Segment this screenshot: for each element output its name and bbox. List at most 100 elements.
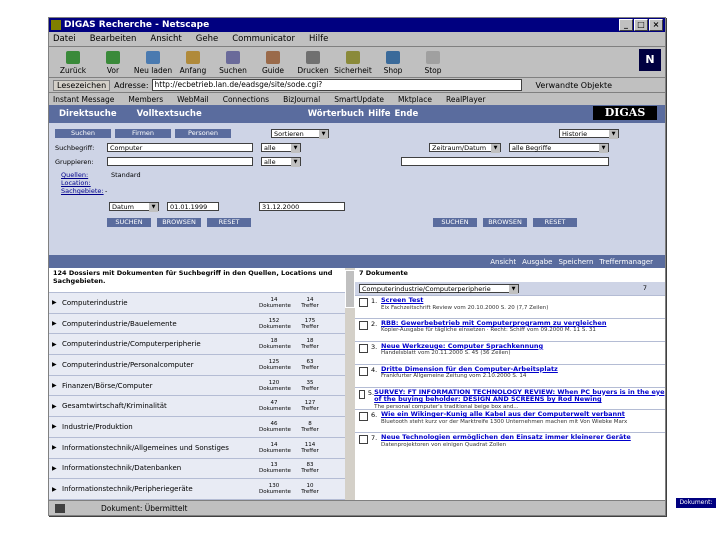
- pt-members[interactable]: Members: [128, 95, 163, 104]
- dossier-row[interactable]: ▶ Informationstechnik/Allgemeines und Son…: [49, 436, 345, 458]
- action-ausgabe[interactable]: Ausgabe: [522, 258, 552, 266]
- doc-count[interactable]: 46 Dokumente: [259, 421, 291, 433]
- action-treffermanager[interactable]: Treffermanager: [599, 258, 653, 266]
- dossier-row[interactable]: ▶ Computerindustrie/Personalcomputer 125 Do…: [49, 354, 345, 375]
- pt-webmail[interactable]: WebMail: [177, 95, 209, 104]
- menu-datei[interactable]: Datei: [53, 34, 76, 44]
- menu-gehe[interactable]: Gehe: [196, 34, 218, 44]
- tab-suchen[interactable]: Suchen: [55, 129, 111, 138]
- doc-count[interactable]: 13 Dokumente: [259, 462, 291, 474]
- hit-count[interactable]: 35 Treffer: [295, 380, 325, 392]
- hit-count[interactable]: 63 Treffer: [295, 359, 325, 371]
- print-button[interactable]: Drucken: [293, 51, 333, 77]
- maximize-button[interactable]: □: [634, 19, 648, 31]
- browse-button-left[interactable]: BROWSEN: [157, 218, 201, 227]
- sort-select[interactable]: Sortieren: [271, 129, 329, 139]
- close-button[interactable]: ×: [649, 19, 663, 31]
- hit-count[interactable]: 14 Treffer: [295, 297, 325, 309]
- dossier-name[interactable]: Informationstechnik/Datenbanken: [62, 464, 252, 472]
- pt-connections[interactable]: Connections: [223, 95, 269, 104]
- menu-hilfe[interactable]: Hilfe: [309, 34, 328, 44]
- reset-button-left[interactable]: RESET: [207, 218, 251, 227]
- menu-bearbeiten[interactable]: Bearbeiten: [90, 34, 137, 44]
- dossier-row[interactable]: ▶ Computerindustrie 14 Dokumente 14 Treffer: [49, 292, 345, 313]
- locations-link[interactable]: Location:: [61, 179, 91, 187]
- pt-bizjournal[interactable]: BizJournal: [283, 95, 320, 104]
- document-title-link[interactable]: Screen Test: [381, 296, 548, 305]
- groups-input[interactable]: [107, 157, 253, 166]
- dossier-name[interactable]: Industrie/Produktion: [62, 423, 252, 431]
- document-checkbox[interactable]: [359, 412, 368, 422]
- doc-count[interactable]: 14 Dokumente: [259, 442, 291, 454]
- document-checkbox[interactable]: [359, 366, 368, 376]
- document-checkbox[interactable]: [359, 298, 368, 307]
- search-button[interactable]: Suchen: [213, 51, 253, 77]
- period-select[interactable]: Datum: [109, 202, 159, 212]
- hit-count[interactable]: 114 Treffer: [295, 442, 325, 454]
- expand-arrow-icon[interactable]: ▶: [52, 361, 62, 368]
- minimize-button[interactable]: _: [619, 19, 633, 31]
- action-ansicht[interactable]: Ansicht: [490, 258, 516, 266]
- tab-personen[interactable]: Personen: [175, 129, 231, 138]
- doc-count[interactable]: 152 Dokumente: [259, 318, 291, 330]
- document-checkbox[interactable]: [359, 435, 368, 445]
- hit-count[interactable]: 18 Treffer: [295, 338, 325, 350]
- reload-button[interactable]: Neu laden: [133, 51, 173, 77]
- menu-communicator[interactable]: Communicator: [232, 34, 295, 44]
- document-checkbox[interactable]: [359, 320, 368, 330]
- document-checkbox[interactable]: [359, 343, 368, 353]
- guide-button[interactable]: Guide: [253, 51, 293, 77]
- sources-link[interactable]: Quellen:: [61, 171, 88, 179]
- date-to-input[interactable]: 31.12.2000: [259, 202, 345, 211]
- nav-hilfe[interactable]: Hilfe: [368, 109, 390, 119]
- document-title-link[interactable]: Neue Technologien ermöglichen den Einsat…: [381, 434, 631, 442]
- address-input[interactable]: http://ecbetrieb.lan.de/eadsge/site/sode…: [151, 79, 522, 91]
- hit-count[interactable]: 8 Treffer: [295, 421, 325, 433]
- date-from-input[interactable]: 01.01.1999: [167, 202, 219, 211]
- dossier-row[interactable]: ▶ Informationstechnik/Datenbanken 13 Dokume…: [49, 457, 345, 479]
- browse-button-right[interactable]: BROWSEN: [483, 218, 527, 227]
- menu-ansicht[interactable]: Ansicht: [150, 34, 181, 44]
- nav-direktsuche[interactable]: Direktsuche: [59, 109, 117, 119]
- source-select[interactable]: alle Begriffe: [509, 143, 609, 153]
- dossier-row[interactable]: ▶ Informationstechnik/Peripheriegeräte 130…: [49, 478, 345, 499]
- security-button[interactable]: Sicherheit: [333, 51, 373, 77]
- doc-count[interactable]: 120 Dokumente: [259, 380, 291, 392]
- field-select[interactable]: Zeitraum/Datum: [429, 143, 501, 153]
- pt-smartupdate[interactable]: SmartUpdate: [334, 95, 384, 104]
- doc-count[interactable]: 14 Dokumente: [259, 297, 291, 309]
- document-title-link[interactable]: Dritte Dimension für den Computer-Arbeit…: [381, 365, 558, 374]
- nav-woerterbuch[interactable]: Wörterbuch: [308, 109, 364, 119]
- related-button[interactable]: Verwandte Objekte: [536, 81, 612, 90]
- scroll-thumb[interactable]: [345, 270, 355, 308]
- dossier-row[interactable]: ▶ Finanzen/Börse/Computer 120 Dokumente 35 Tr…: [49, 374, 345, 396]
- second-search-input[interactable]: [401, 157, 609, 166]
- document-title-link[interactable]: Wie ein Wikinger-Kunig alle Kabel aus de…: [381, 411, 627, 419]
- doc-count[interactable]: 18 Dokumente: [259, 338, 291, 350]
- dossier-row[interactable]: ▶ Industrie/Produktion 46 Dokumente 8 Treffer: [49, 416, 345, 437]
- document-title-link[interactable]: RBB: Gewerbebetrieb mit Computerprogramm…: [381, 319, 606, 328]
- nav-ende[interactable]: Ende: [395, 109, 419, 119]
- expand-arrow-icon[interactable]: ▶: [52, 299, 62, 306]
- dossier-name[interactable]: Gesamtwirtschaft/Kriminalität: [62, 402, 252, 410]
- expand-arrow-icon[interactable]: ▶: [52, 444, 62, 451]
- reset-button-right[interactable]: RESET: [533, 218, 577, 227]
- expand-arrow-icon[interactable]: ▶: [52, 423, 62, 430]
- pt-instant-message[interactable]: Instant Message: [53, 95, 114, 104]
- search-button-left[interactable]: SUCHEN: [107, 218, 151, 227]
- doc-count[interactable]: 130 Dokumente: [259, 483, 291, 495]
- document-checkbox[interactable]: [359, 389, 365, 399]
- tab-firmen[interactable]: Firmen: [115, 129, 171, 138]
- list-scrollbar[interactable]: [345, 268, 355, 501]
- document-title-link[interactable]: SURVEY: FT INFORMATION TECHNOLOGY REVIEW…: [374, 388, 665, 404]
- hit-count[interactable]: 127 Treffer: [295, 400, 325, 412]
- dossier-row[interactable]: ▶ Computerindustrie/Computerperipherie 18 D…: [49, 333, 345, 355]
- search-input[interactable]: Computer: [107, 143, 253, 152]
- hit-count[interactable]: 175 Treffer: [295, 318, 325, 330]
- dossier-row[interactable]: ▶ Gesamtwirtschaft/Kriminalität 47 Dokument…: [49, 395, 345, 417]
- doc-count[interactable]: 125 Dokumente: [259, 359, 291, 371]
- dossier-row[interactable]: ▶ Computerindustrie/Bauelemente 152 Dokumen…: [49, 312, 345, 334]
- dossier-name[interactable]: Finanzen/Börse/Computer: [62, 382, 252, 390]
- shop-button[interactable]: Shop: [373, 51, 413, 77]
- bookmarks-button[interactable]: Lesezeichen: [53, 79, 111, 91]
